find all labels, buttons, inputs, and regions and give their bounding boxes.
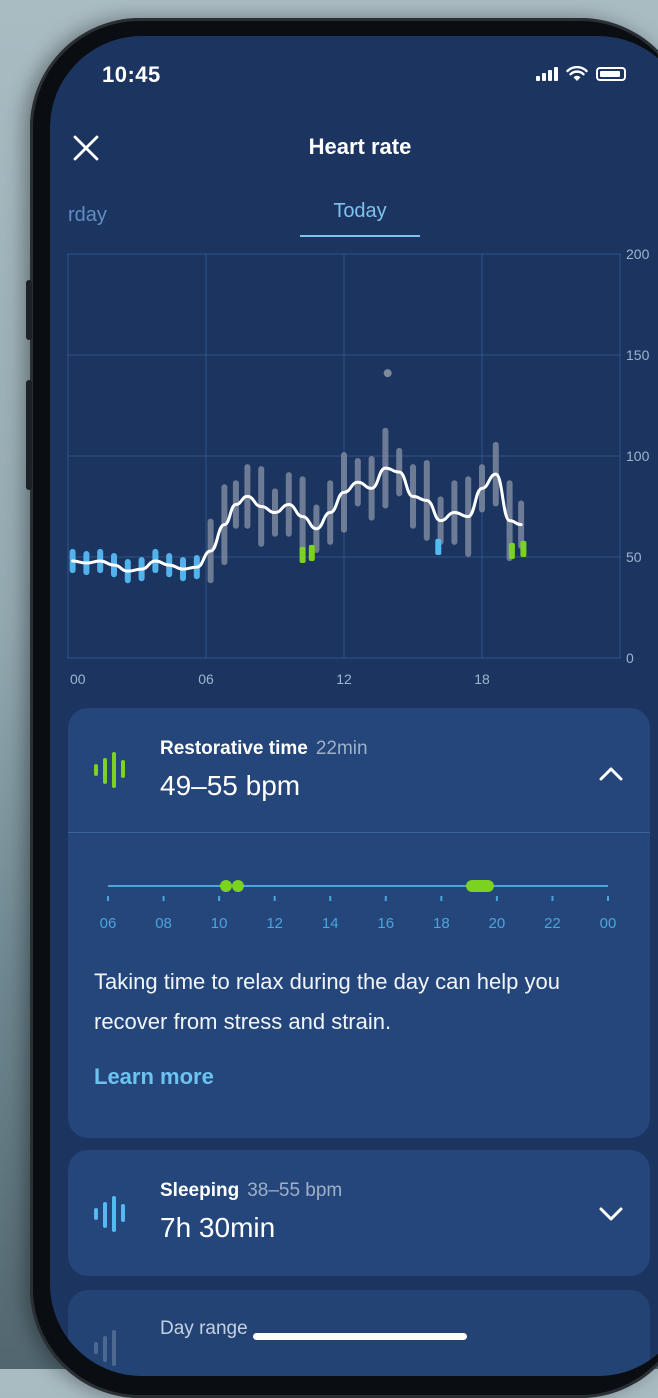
learn-more-link[interactable]: Learn more bbox=[94, 1064, 214, 1090]
timeline-tick-label: 12 bbox=[266, 915, 283, 932]
sleep-marker bbox=[435, 538, 442, 555]
timeline-tick-label: 06 bbox=[100, 915, 117, 932]
y-tick-label: 50 bbox=[626, 549, 642, 565]
cellular-signal-icon bbox=[536, 67, 558, 81]
wifi-icon bbox=[566, 66, 588, 81]
restorative-duration: 22min bbox=[315, 738, 368, 759]
chevron-up-icon[interactable] bbox=[598, 766, 624, 782]
tab-yesterday[interactable]: rday bbox=[68, 204, 107, 227]
y-tick-label: 100 bbox=[626, 448, 650, 464]
sleeping-title: Sleeping 38–55 bpm bbox=[160, 1180, 342, 1202]
app-screen: 10:45 Heart rate rday Today 00 06 12 18 200 1… bbox=[50, 36, 658, 1376]
status-time: 10:45 bbox=[102, 62, 161, 87]
timeline-tick-label: 16 bbox=[377, 915, 394, 932]
timeline-tick-label: 14 bbox=[322, 915, 339, 932]
timeline-tick-label: 10 bbox=[211, 915, 228, 932]
sleeping-card[interactable]: Sleeping 38–55 bpm 7h 30min bbox=[68, 1150, 650, 1276]
timeline-tick-label: 18 bbox=[433, 915, 450, 932]
x-tick-label: 12 bbox=[336, 671, 352, 687]
x-tick-label: 00 bbox=[70, 671, 86, 687]
side-button bbox=[26, 280, 32, 340]
sleeping-label: Sleeping bbox=[160, 1180, 240, 1201]
restorative-description: Taking time to relax during the day can … bbox=[94, 969, 560, 1034]
battery-icon bbox=[596, 67, 626, 81]
home-indicator[interactable] bbox=[253, 1333, 467, 1340]
timeline-tick-label: 20 bbox=[489, 915, 506, 932]
y-tick-label: 150 bbox=[626, 347, 650, 363]
x-tick-label: 06 bbox=[198, 671, 214, 687]
day-range-title: Day range bbox=[160, 1318, 248, 1339]
side-button bbox=[26, 380, 32, 490]
restorative-marker bbox=[520, 540, 527, 557]
outlier-point bbox=[383, 369, 392, 378]
timeline-tick-label: 00 bbox=[600, 915, 617, 932]
status-icons bbox=[536, 66, 626, 82]
y-tick-label: 0 bbox=[626, 650, 634, 666]
timeline-tick-label: 22 bbox=[544, 915, 561, 932]
restorative-marker bbox=[508, 542, 515, 560]
timeline-tick-label: 08 bbox=[155, 915, 172, 932]
card-divider bbox=[68, 832, 650, 833]
restorative-title: Restorative time 22min bbox=[160, 738, 368, 760]
waveform-icon bbox=[94, 1330, 116, 1366]
y-tick-label: 200 bbox=[626, 246, 650, 262]
waveform-icon bbox=[94, 752, 125, 788]
x-tick-label: 18 bbox=[474, 671, 490, 687]
restorative-marker bbox=[299, 546, 306, 564]
sleeping-duration: 7h 30min bbox=[160, 1212, 276, 1243]
sleeping-range: 38–55 bpm bbox=[247, 1180, 343, 1201]
restorative-marker bbox=[466, 880, 494, 892]
restorative-range: 49–55 bpm bbox=[160, 770, 301, 801]
restorative-label: Restorative time bbox=[160, 738, 308, 759]
page-title: Heart rate bbox=[308, 134, 412, 159]
restorative-marker bbox=[232, 880, 244, 892]
heart-rate-chart: 00 06 12 18 200 150 100 50 0 bbox=[67, 246, 650, 687]
chart-ranges bbox=[69, 427, 525, 584]
restorative-marker bbox=[220, 880, 232, 892]
chevron-down-icon[interactable] bbox=[598, 1206, 624, 1222]
waveform-icon bbox=[94, 1196, 125, 1232]
restorative-marker bbox=[308, 544, 315, 562]
restorative-card[interactable]: Restorative time 22min 49–55 bpm 06 08 10 12… bbox=[68, 708, 650, 1138]
restorative-timeline: 06 08 10 12 14 16 18 20 22 00 bbox=[100, 880, 617, 932]
